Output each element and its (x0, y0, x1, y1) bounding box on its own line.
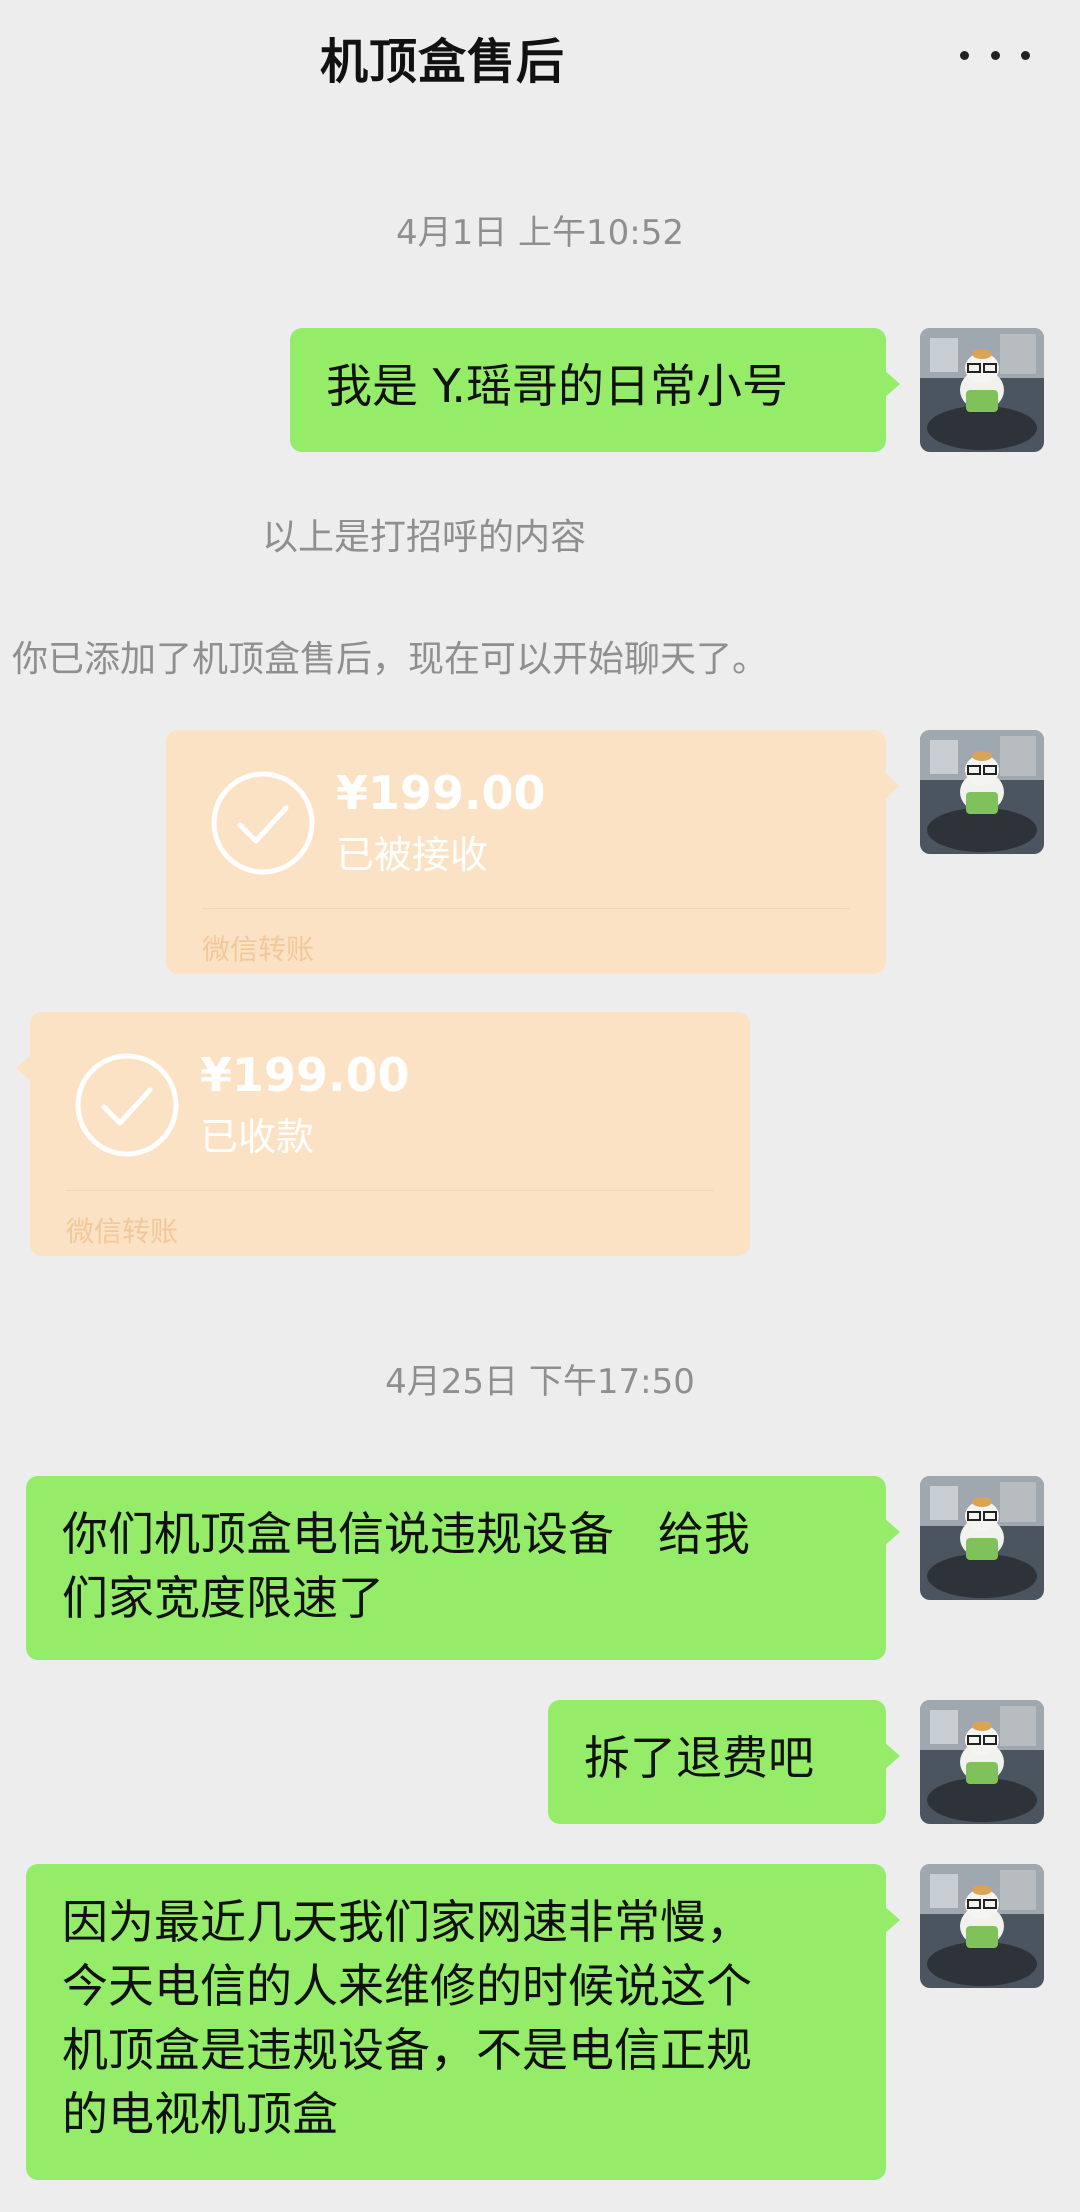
transfer-amount: ¥199.00 (336, 766, 546, 820)
avatar[interactable] (920, 730, 1044, 854)
avatar-image (920, 1476, 1044, 1600)
transfer-status: 已收款 (200, 1115, 315, 1159)
divider (66, 1190, 714, 1191)
avatar-image (920, 1864, 1044, 1988)
message-text-line: 机顶盒是违规设备，不是电信正规 (62, 2023, 752, 2077)
bubble-tail (884, 772, 900, 800)
bubble-tail (884, 370, 900, 398)
transfer-card-received[interactable]: ¥199.00 已收款 微信转账 (16, 1012, 750, 1256)
transfer-source: 微信转账 (66, 1215, 179, 1248)
chat-page: 机顶盒售后 4月1日 上午10:52 我是 Y.瑶哥的日常小号 以上是打招呼的内… (0, 0, 1080, 2212)
message-text-line: 今天电信的人来维修的时候说这个 (62, 1959, 752, 2013)
check-circle-icon (211, 771, 315, 875)
avatar[interactable] (920, 1700, 1044, 1824)
bubble-tail (884, 1906, 900, 1934)
transfer-status: 已被接收 (336, 833, 489, 877)
avatar-image (920, 328, 1044, 452)
message-bubble-sent[interactable]: 你们机顶盒电信说违规设备 给我 们家宽度限速了 (26, 1476, 900, 1660)
chat-header: 机顶盒售后 (0, 0, 1080, 110)
transfer-amount: ¥199.00 (200, 1048, 410, 1102)
message-bubble-sent[interactable]: 因为最近几天我们家网速非常慢， 今天电信的人来维修的时候说这个 机顶盒是违规设备… (26, 1864, 900, 2180)
avatar[interactable] (920, 1864, 1044, 1988)
timestamp: 4月1日 上午10:52 (395, 213, 685, 253)
system-message: 以上是打招呼的内容 (262, 517, 587, 558)
bubble-tail (16, 1054, 32, 1082)
message-text-line: 你们机顶盒电信说违规设备 给我 (62, 1507, 750, 1561)
divider (202, 908, 850, 909)
message-bubble-sent[interactable]: 我是 Y.瑶哥的日常小号 (290, 328, 900, 452)
avatar-image (920, 730, 1044, 854)
check-circle-icon (75, 1053, 179, 1157)
more-dots-icon[interactable] (960, 40, 1030, 70)
message-text: 拆了退费吧 (584, 1731, 814, 1785)
message-text: 我是 Y.瑶哥的日常小号 (326, 359, 789, 413)
bubble-tail (884, 1518, 900, 1546)
transfer-card-sent[interactable]: ¥199.00 已被接收 微信转账 (166, 730, 900, 974)
message-text-line: 因为最近几天我们家网速非常慢， (62, 1895, 752, 1949)
chat-title: 机顶盒售后 (320, 34, 566, 90)
avatar[interactable] (920, 328, 1044, 452)
message-text-line: 的电视机顶盒 (62, 2087, 338, 2141)
message-text-line: 们家宽度限速了 (62, 1571, 384, 1625)
system-message: 你已添加了机顶盒售后，现在可以开始聊天了。 (12, 639, 769, 680)
avatar[interactable] (920, 1476, 1044, 1600)
timestamp: 4月25日 下午17:50 (385, 1362, 695, 1402)
avatar-image (920, 1700, 1044, 1824)
transfer-source: 微信转账 (202, 933, 315, 966)
message-bubble-sent[interactable]: 拆了退费吧 (548, 1700, 900, 1824)
bubble-tail (884, 1742, 900, 1770)
